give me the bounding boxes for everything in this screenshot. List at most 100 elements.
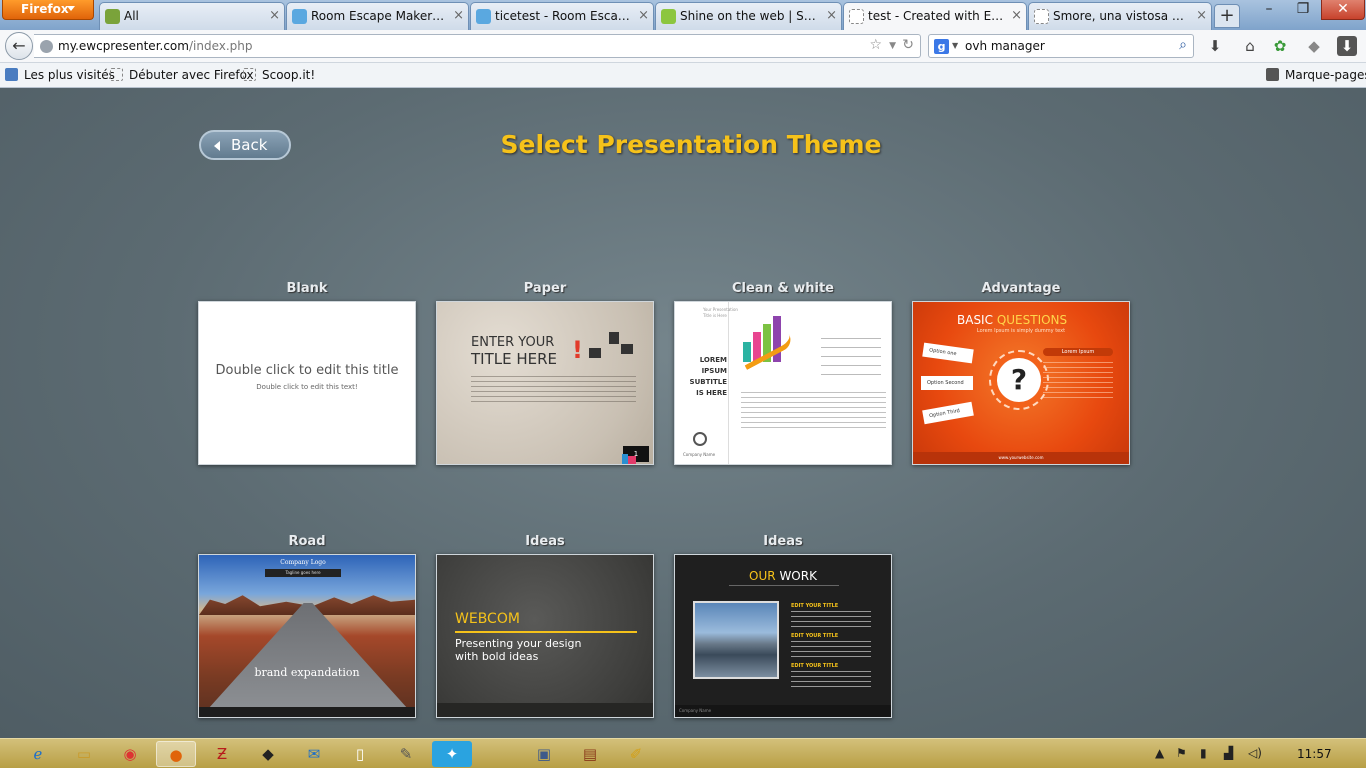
home-icon[interactable]: ⌂ <box>1240 36 1260 56</box>
thunderbird-icon[interactable]: ✉ <box>294 741 334 767</box>
downloads-panel-icon[interactable]: ⬇ <box>1337 36 1357 56</box>
thumb-title: Double click to edit this title <box>215 363 399 378</box>
search-bar[interactable]: g ▼ ovh manager ⌕ <box>928 34 1194 58</box>
thumb-title: WEBCOM <box>455 611 520 627</box>
divider <box>729 585 839 586</box>
tab-title: Shine on the web | Scoop... <box>680 9 841 23</box>
firefox-icon[interactable]: ● <box>156 741 196 767</box>
tab-test-active[interactable]: test - Created with Easy ... × <box>843 2 1027 30</box>
close-window-button[interactable]: ✕ <box>1321 0 1365 20</box>
download-icon[interactable]: ⬇ <box>1205 36 1225 56</box>
theme-thumbnail[interactable]: WEBCOM Presenting your design with bold … <box>436 554 654 718</box>
close-icon[interactable]: × <box>826 3 837 29</box>
bookmarks-menu-button[interactable]: Marque-pages <box>1266 68 1366 82</box>
chrome-icon[interactable]: ◉ <box>110 741 150 767</box>
thumb-body-text <box>791 641 871 657</box>
dropdown-arrow-icon[interactable]: ▼ <box>952 41 958 50</box>
theme-label: Ideas <box>525 534 565 549</box>
signal-icon[interactable]: ▟ <box>1224 746 1233 760</box>
virtualbox-icon[interactable]: ▣ <box>524 741 564 767</box>
page-content: Back Select Presentation Theme Blank Dou… <box>0 88 1366 738</box>
twitter-icon[interactable]: ✦ <box>432 741 472 767</box>
firefox-menu-button[interactable]: Firefox <box>2 0 94 20</box>
file-explorer-icon[interactable]: ▭ <box>64 741 104 767</box>
google-icon: g <box>934 39 949 54</box>
tab-smore[interactable]: Smore, una vistosa herra... × <box>1028 2 1212 30</box>
star-icon[interactable]: ☆ <box>869 37 882 53</box>
tab-all[interactable]: All × <box>99 2 285 30</box>
thumb-tagline: Tagline goes here <box>265 569 341 577</box>
bookmark-getting-started[interactable]: Débuter avec Firefox <box>110 68 254 82</box>
restore-button[interactable]: ❐ <box>1286 0 1320 20</box>
theme-thumbnail[interactable]: Company Logo Tagline goes here brand exp… <box>198 554 416 718</box>
theme-ideas-webcom[interactable]: Ideas WEBCOM Presenting your design with… <box>436 534 654 718</box>
theme-clean-white[interactable]: Clean & white Your Presentation Title is… <box>674 281 892 465</box>
navigation-toolbar: ← my.ewcpresenter.com/index.php ☆ ▼ ↻ g … <box>0 30 1366 63</box>
thumb-body-text <box>1043 362 1113 402</box>
theme-label: Paper <box>523 281 567 296</box>
winrar-icon[interactable]: ▤ <box>570 741 610 767</box>
page-icon <box>105 9 120 24</box>
internet-explorer-icon[interactable]: ℯ <box>18 741 58 767</box>
bookmark-most-visited[interactable]: Les plus visités <box>5 68 115 82</box>
thumb-subtitle: with bold ideas <box>455 650 539 663</box>
document-icon[interactable]: ▯ <box>340 741 380 767</box>
theme-blank[interactable]: Blank Double click to edit this title Do… <box>198 281 416 465</box>
gimp-icon[interactable]: ✎ <box>386 741 426 767</box>
theme-advantage[interactable]: Advantage BASIC QUESTIONS Lorem Ipsum is… <box>912 281 1130 465</box>
thumb-title-part: OUR <box>749 569 776 583</box>
tab-room-escape-maker[interactable]: Room Escape Maker - Cr... × <box>286 2 469 30</box>
close-icon[interactable]: × <box>1196 3 1207 29</box>
thumb-side-text: Title is Here <box>703 313 727 318</box>
inkscape-icon[interactable]: ◆ <box>248 741 288 767</box>
bookmark-scoopit[interactable]: Scoop.it! <box>243 68 315 82</box>
thumb-body-text <box>741 392 886 432</box>
chevron-up-icon[interactable]: ▲ <box>1155 746 1164 760</box>
reload-icon[interactable]: ↻ <box>902 37 914 53</box>
close-icon[interactable]: × <box>453 3 464 29</box>
globe-icon <box>40 40 53 53</box>
thumb-logo: Company Logo <box>280 559 326 566</box>
theme-thumbnail[interactable]: Double click to edit this title Double c… <box>198 301 416 465</box>
close-icon[interactable]: × <box>269 3 280 29</box>
bookmark-label: Les plus visités <box>24 68 115 82</box>
search-icon[interactable]: ⌕ <box>1179 37 1187 53</box>
block-icon <box>609 332 619 344</box>
thumb-body-text <box>791 671 871 687</box>
option-card: Option Second <box>921 376 973 390</box>
browser-back-button[interactable]: ← <box>5 32 33 60</box>
search-input[interactable]: ovh manager <box>965 39 1045 53</box>
theme-road[interactable]: Road Company Logo Tagline goes here bran… <box>198 534 416 718</box>
pencil-icon[interactable]: ✐ <box>616 741 656 767</box>
page-icon <box>110 68 123 81</box>
thumb-subtitle: Presenting your design <box>455 637 582 650</box>
theme-thumbnail[interactable]: OUR WORK EDIT YOUR TITLE EDIT YOUR TITLE… <box>674 554 892 718</box>
theme-thumbnail[interactable]: ENTER YOUR TITLE HERE ! 1 <box>436 301 654 465</box>
battery-icon[interactable]: ▮ <box>1200 746 1207 760</box>
url-bar[interactable]: my.ewcpresenter.com/index.php ☆ ▼ ↻ <box>34 34 921 58</box>
flag-icon[interactable]: ⚑ <box>1176 746 1187 760</box>
theme-thumbnail[interactable]: BASIC QUESTIONS Lorem Ipsum is simply du… <box>912 301 1130 465</box>
minimize-button[interactable]: – <box>1252 0 1286 20</box>
tab-title: Smore, una vistosa herra... <box>1053 9 1211 23</box>
tab-ticetest[interactable]: ticetest - Room Escape ... × <box>470 2 654 30</box>
close-icon[interactable]: × <box>1011 3 1022 29</box>
volume-icon[interactable]: ◁) <box>1248 746 1262 760</box>
url-path: /index.php <box>188 39 253 53</box>
page-icon <box>1034 9 1049 24</box>
close-icon[interactable]: × <box>638 3 649 29</box>
theme-paper[interactable]: Paper ENTER YOUR TITLE HERE ! 1 <box>436 281 654 465</box>
tab-title: ticetest - Room Escape ... <box>495 9 649 23</box>
theme-thumbnail[interactable]: Your Presentation Title is Here LOREM IP… <box>674 301 892 465</box>
theme-ideas-our-work[interactable]: Ideas OUR WORK EDIT YOUR TITLE EDIT YOUR… <box>674 534 892 718</box>
theme-label: Clean & white <box>732 281 834 296</box>
thumb-subtitle: Lorem Ipsum is simply dummy text <box>976 328 1066 334</box>
tab-scoop-it[interactable]: Shine on the web | Scoop... × <box>655 2 842 30</box>
clock[interactable]: 11:57 <box>1297 747 1332 761</box>
page-title: Select Presentation Theme <box>500 130 882 159</box>
addon-icon-2[interactable]: ◆ <box>1304 36 1324 56</box>
filezilla-icon[interactable]: Ƶ <box>202 741 242 767</box>
addon-icon[interactable]: ✿ <box>1270 36 1290 56</box>
new-tab-button[interactable]: + <box>1214 4 1240 28</box>
dropdown-arrow-icon[interactable]: ▼ <box>889 41 896 51</box>
